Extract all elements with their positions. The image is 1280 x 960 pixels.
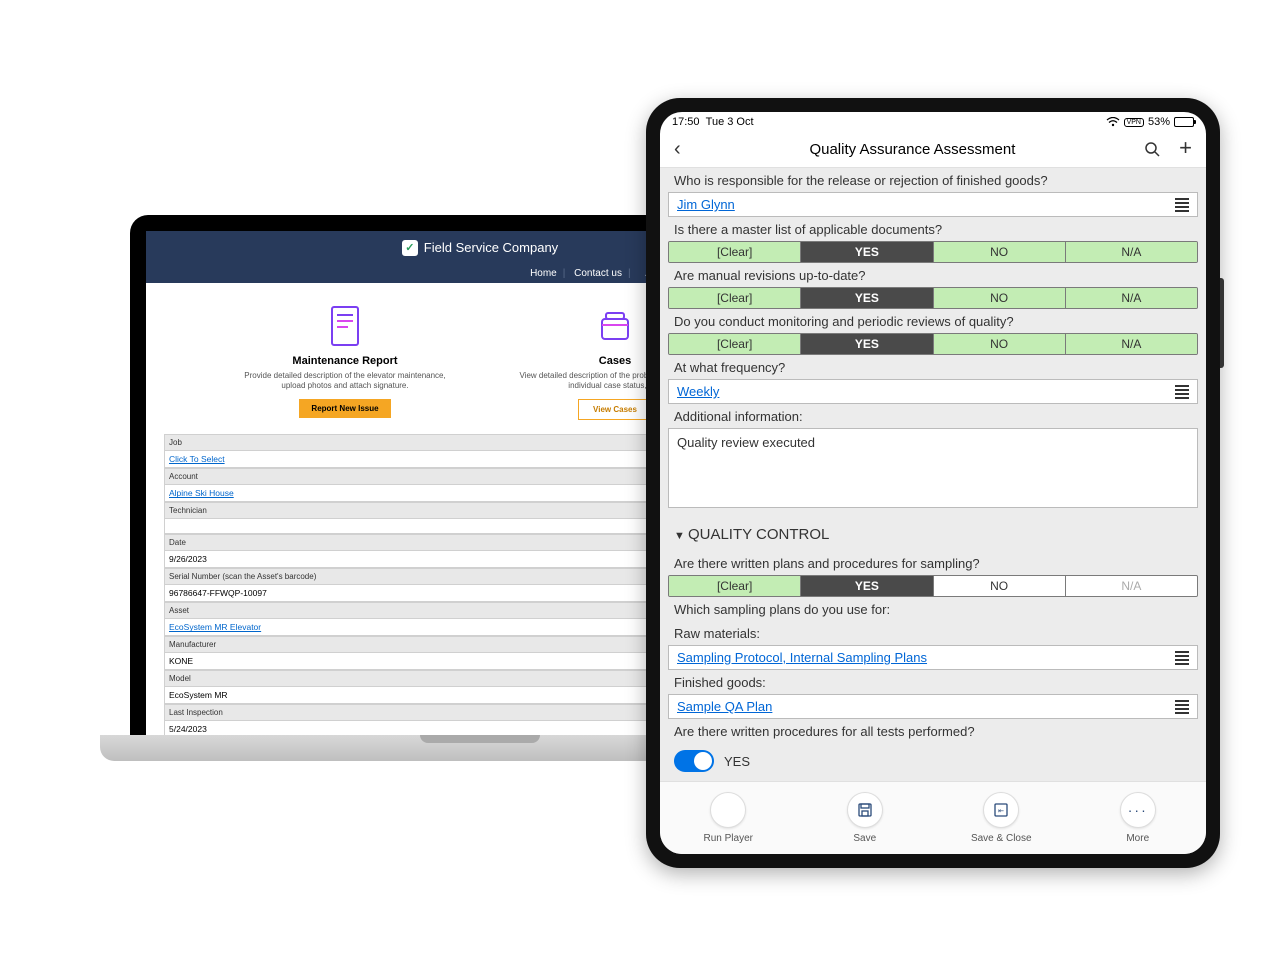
seg-yes[interactable]: YES	[801, 576, 933, 596]
tablet-screen: 17:50 Tue 3 Oct VPN 53% ‹ Quality Assura…	[660, 112, 1206, 854]
view-cases-button[interactable]: View Cases	[578, 399, 652, 420]
seg-no[interactable]: NO	[934, 576, 1066, 596]
question-label: At what frequency?	[668, 355, 1198, 379]
vpn-badge: VPN	[1124, 118, 1144, 127]
battery-pct: 53%	[1148, 116, 1170, 128]
seg-na[interactable]: N/A	[1066, 576, 1197, 596]
seg-na[interactable]: N/A	[1066, 334, 1197, 354]
report-new-issue-button[interactable]: Report New Issue	[299, 399, 390, 418]
seg-yes[interactable]: YES	[801, 242, 933, 262]
save-close-button[interactable]: ⇤ Save & Close	[933, 792, 1070, 844]
search-icon[interactable]	[1144, 141, 1161, 158]
svg-text:⇤: ⇤	[998, 808, 1004, 815]
tablet-device: 17:50 Tue 3 Oct VPN 53% ‹ Quality Assura…	[646, 98, 1220, 868]
segment-control[interactable]: [Clear] YES NO N/A	[668, 241, 1198, 263]
question-label: Are there written procedures for all tes…	[668, 719, 1198, 743]
cases-icon	[598, 305, 632, 347]
seg-clear[interactable]: [Clear]	[669, 288, 801, 308]
logo-icon: ✓	[402, 240, 418, 256]
wifi-icon	[1106, 117, 1120, 127]
seg-no[interactable]: NO	[934, 334, 1066, 354]
status-bar: 17:50 Tue 3 Oct VPN 53%	[660, 112, 1206, 132]
more-icon: ···	[1120, 792, 1156, 828]
list-icon[interactable]	[1175, 651, 1189, 665]
question-label: Who is responsible for the release or re…	[668, 168, 1198, 192]
answer-link[interactable]: Sample QA Plan	[677, 699, 772, 714]
question-label: Do you conduct monitoring and periodic r…	[668, 309, 1198, 333]
segment-control[interactable]: [Clear] YES NO N/A	[668, 575, 1198, 597]
toggle-switch[interactable]	[674, 750, 714, 772]
back-button[interactable]: ‹	[674, 138, 681, 161]
status-date: Tue 3 Oct	[706, 116, 754, 128]
sub-label: Raw materials:	[668, 621, 1198, 645]
list-icon[interactable]	[1175, 700, 1189, 714]
answer-link[interactable]: Weekly	[677, 384, 719, 399]
report-icon	[328, 305, 362, 347]
additional-info-textarea[interactable]: Quality review executed	[668, 428, 1198, 508]
segment-control[interactable]: [Clear] YES NO N/A	[668, 333, 1198, 355]
more-button[interactable]: ··· More	[1070, 792, 1207, 844]
seg-no[interactable]: NO	[934, 288, 1066, 308]
question-label: Additional information:	[668, 404, 1198, 428]
seg-clear[interactable]: [Clear]	[669, 576, 801, 596]
menu-contact[interactable]: Contact us	[574, 268, 622, 279]
seg-yes[interactable]: YES	[801, 334, 933, 354]
answer-link[interactable]: Jim Glynn	[677, 197, 735, 212]
run-player-button[interactable]: Run Player	[660, 792, 797, 844]
answer-row[interactable]: Sampling Protocol, Internal Sampling Pla…	[668, 645, 1198, 670]
card-desc: Provide detailed description of the elev…	[240, 371, 450, 392]
save-close-icon: ⇤	[983, 792, 1019, 828]
card-title: Maintenance Report	[240, 355, 450, 367]
page-title: Quality Assurance Assessment	[681, 141, 1144, 158]
status-time: 17:50	[672, 116, 700, 128]
card-maintenance: Maintenance Report Provide detailed desc…	[240, 305, 450, 421]
battery-icon	[1174, 117, 1194, 127]
answer-link[interactable]: Sampling Protocol, Internal Sampling Pla…	[677, 650, 927, 665]
menu-home[interactable]: Home	[530, 268, 557, 279]
brand-name: Field Service Company	[424, 240, 558, 255]
question-label: Are manual revisions up-to-date?	[668, 263, 1198, 287]
answer-row[interactable]: Weekly	[668, 379, 1198, 404]
seg-na[interactable]: N/A	[1066, 242, 1197, 262]
play-icon	[710, 792, 746, 828]
question-label: Which sampling plans do you use for:	[668, 597, 1198, 621]
list-icon[interactable]	[1175, 198, 1189, 212]
add-button[interactable]: +	[1179, 141, 1192, 158]
answer-row[interactable]: Sample QA Plan	[668, 694, 1198, 719]
answer-row[interactable]: Jim Glynn	[668, 192, 1198, 217]
save-button[interactable]: Save	[797, 792, 934, 844]
seg-clear[interactable]: [Clear]	[669, 334, 801, 354]
segment-control[interactable]: [Clear] YES NO N/A	[668, 287, 1198, 309]
toggle-row: YES	[668, 743, 1198, 779]
question-label: Is there a master list of applicable doc…	[668, 217, 1198, 241]
list-icon[interactable]	[1175, 385, 1189, 399]
question-label: Are there written plans and procedures f…	[668, 551, 1198, 575]
bottom-bar: Run Player Save ⇤ Save & Close ··· More	[660, 781, 1206, 854]
section-header-qc[interactable]: QUALITY CONTROL	[668, 508, 1198, 551]
seg-no[interactable]: NO	[934, 242, 1066, 262]
sub-label: Finished goods:	[668, 670, 1198, 694]
form-content[interactable]: Who is responsible for the release or re…	[660, 168, 1206, 781]
toggle-label: YES	[724, 754, 750, 769]
seg-clear[interactable]: [Clear]	[669, 242, 801, 262]
seg-yes[interactable]: YES	[801, 288, 933, 308]
seg-na[interactable]: N/A	[1066, 288, 1197, 308]
save-icon	[847, 792, 883, 828]
nav-header: ‹ Quality Assurance Assessment +	[660, 132, 1206, 168]
